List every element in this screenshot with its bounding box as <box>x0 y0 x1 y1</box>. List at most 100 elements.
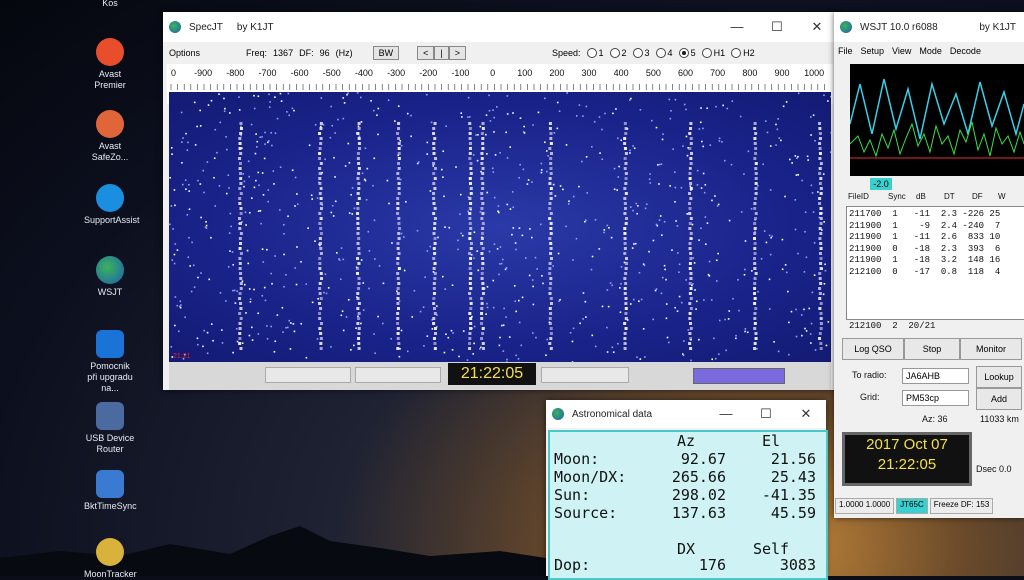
waterfall-noise-dot <box>731 100 733 102</box>
waterfall-noise-dot <box>373 110 375 112</box>
wsjt-title: WSJT 10.0 r6088 <box>860 22 938 33</box>
waterfall-tone-dot <box>688 202 691 205</box>
close-icon[interactable]: ✕ <box>786 406 826 422</box>
waterfall-noise-dot <box>518 177 520 179</box>
waterfall-noise-dot <box>295 177 297 179</box>
monitor-button[interactable]: Monitor <box>960 338 1022 360</box>
waterfall-noise-dot <box>287 215 289 217</box>
desktop-icon-moontracker[interactable]: MoonTracker <box>84 538 136 580</box>
waterfall-noise-dot <box>694 262 696 264</box>
minimize-icon[interactable]: — <box>706 406 746 422</box>
speed-option-3[interactable]: 3 <box>633 48 650 59</box>
minimize-icon[interactable]: — <box>717 19 757 35</box>
to-radio-field[interactable]: JA6AHB <box>902 368 969 384</box>
desktop-icon-timesync[interactable]: BktTimeSync <box>84 470 136 512</box>
speed-option-4[interactable]: 4 <box>656 48 673 59</box>
waterfall-noise-dot <box>745 240 747 242</box>
speed-radio-2[interactable] <box>610 48 620 58</box>
menu-view[interactable]: View <box>892 46 911 56</box>
waterfall-tone-dot <box>469 327 472 330</box>
speed-radio-H2[interactable] <box>731 48 741 58</box>
menu-setup[interactable]: Setup <box>861 46 885 56</box>
nav-right-button[interactable]: > <box>449 46 466 60</box>
desktop-icon-wsjt[interactable]: WSJT <box>84 256 136 298</box>
waterfall-noise-dot <box>769 235 771 237</box>
waterfall-noise-dot <box>641 299 643 301</box>
astro-titlebar[interactable]: Astronomical data — ☐ ✕ <box>546 400 826 428</box>
waterfall-tone-dot <box>358 142 361 145</box>
wsjt-titlebar[interactable]: WSJT 10.0 r6088 by K1JT <box>834 12 1024 42</box>
waterfall-noise-dot <box>228 187 230 189</box>
waterfall-tone-dot <box>755 192 758 195</box>
speed-radio-H1[interactable] <box>702 48 712 58</box>
waterfall-noise-dot <box>379 265 381 267</box>
waterfall-noise-dot <box>405 201 407 203</box>
speed-radio-3[interactable] <box>633 48 643 58</box>
waterfall-noise-dot <box>451 330 453 332</box>
lookup-button[interactable]: Lookup <box>976 366 1022 388</box>
waterfall-tone-dot <box>398 147 401 150</box>
waterfall-tone-dot <box>623 232 626 235</box>
waterfall-tone-dot <box>753 127 756 130</box>
menu-file[interactable]: File <box>838 46 853 56</box>
speed-radio-1[interactable] <box>587 48 597 58</box>
log-qso-button[interactable]: Log QSO <box>842 338 904 360</box>
waterfall-tone-dot <box>818 122 821 125</box>
scale-tick-label: -800 <box>226 68 244 78</box>
contrast-slider[interactable] <box>355 367 441 383</box>
menu-mode[interactable]: Mode <box>919 46 942 56</box>
bw-button[interactable]: BW <box>373 46 400 60</box>
brightness-slider[interactable] <box>265 367 351 383</box>
nav-center-button[interactable]: | <box>434 46 448 60</box>
decode-list[interactable]: 211700 1 -11 2.3 -226 25 211900 1 -9 2.4… <box>846 206 1024 320</box>
waterfall-noise-dot <box>191 242 193 244</box>
desktop-icon-safezone[interactable]: Avast SafeZo... <box>84 110 136 163</box>
gain-slider[interactable] <box>541 367 629 383</box>
speed-radio-5[interactable] <box>679 48 689 58</box>
speed-option-1[interactable]: 1 <box>587 48 604 59</box>
waterfall-tone-dot <box>689 127 692 130</box>
specjt-titlebar[interactable]: SpecJT by K1JT — ☐ ✕ <box>163 12 837 42</box>
desktop-icon-usb-router[interactable]: USB Device Router <box>84 402 136 455</box>
waterfall-noise-dot <box>218 93 220 95</box>
waterfall-noise-dot <box>361 259 363 261</box>
desktop-icon-supportassist[interactable]: SupportAssist <box>84 184 136 226</box>
add-button[interactable]: Add <box>976 388 1022 410</box>
waterfall-noise-dot <box>225 136 227 138</box>
desktop-icon-upgrade[interactable]: Pomocnik při upgradu na... <box>84 330 136 394</box>
waterfall-tone-dot <box>624 207 627 210</box>
waterfall-noise-dot <box>778 137 780 139</box>
waterfall-tone-dot <box>624 147 627 150</box>
speed-radio-4[interactable] <box>656 48 666 58</box>
waterfall-tone-dot <box>820 217 823 220</box>
waterfall-noise-dot <box>203 330 205 332</box>
waterfall-noise-dot <box>500 246 502 248</box>
speed-option-5[interactable]: 5 <box>679 48 696 59</box>
maximize-icon[interactable]: ☐ <box>746 406 786 422</box>
desktop-icon-avast[interactable]: Avast Premier <box>84 38 136 91</box>
waterfall-tone-dot <box>689 167 692 170</box>
waterfall-tone-dot <box>481 272 484 275</box>
maximize-icon[interactable]: ☐ <box>757 19 797 35</box>
options-menu[interactable]: Options <box>169 48 200 58</box>
waterfall-tone-dot <box>754 122 757 125</box>
stop-button[interactable]: Stop <box>904 338 960 360</box>
waterfall-noise-dot <box>704 192 706 194</box>
waterfall-tone-dot <box>549 307 552 310</box>
waterfall-tone-dot <box>481 237 484 240</box>
speed-option-H2[interactable]: H2 <box>731 48 755 59</box>
waterfall-noise-dot <box>744 331 746 333</box>
grid-field[interactable]: PM53cp <box>902 390 969 406</box>
waterfall-noise-dot <box>601 158 603 160</box>
nav-left-button[interactable]: < <box>417 46 434 60</box>
close-icon[interactable]: ✕ <box>797 19 837 35</box>
menu-decode[interactable]: Decode <box>950 46 981 56</box>
waterfall-noise-dot <box>509 336 511 338</box>
waterfall-noise-dot <box>735 337 737 339</box>
speed-option-2[interactable]: 2 <box>610 48 627 59</box>
waterfall-noise-dot <box>283 286 285 288</box>
waterfall-noise-dot <box>420 311 422 313</box>
speed-option-H1[interactable]: H1 <box>702 48 726 59</box>
speed-label-H1: H1 <box>714 48 726 58</box>
waterfall-display[interactable]: 21:21 <box>169 92 831 362</box>
